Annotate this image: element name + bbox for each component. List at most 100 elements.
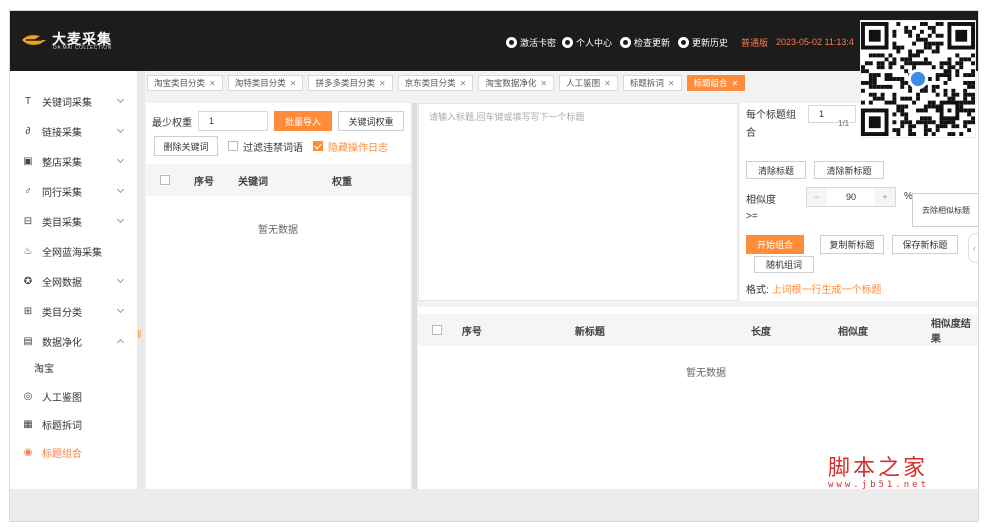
title-input-area[interactable]: 请输入标题,回车键或填写写下一个标题 (418, 103, 738, 301)
tab-label: 京东类目分类 (404, 78, 456, 88)
dedupe-similar-button[interactable]: 去除相似标题 (912, 193, 978, 227)
plus-icon[interactable]: + (875, 188, 895, 206)
col-length: 长度 (750, 326, 771, 338)
keyword-empty-text: 暂无数据 (258, 225, 298, 236)
brand-subtitle: DA MAI COLLECTION (53, 45, 112, 51)
menu-update-history[interactable]: 更新历史 (678, 35, 728, 49)
tab-manual-image[interactable]: 人工鉴图 ✕ (559, 75, 618, 91)
menu-check-update-label: 检查更新 (634, 37, 671, 48)
sidebar-item-label: 同行采集 (42, 187, 82, 199)
menu-activate[interactable]: 激活卡密 (506, 35, 556, 49)
sidebar-item-manual-image[interactable]: ◎ 人工鉴图 (10, 381, 137, 411)
sidebar: T 关键词采集 ∂ 链接采集 ▣ 整店采集 ♂ 同行采集 ⊟ 类目采集 ♨ 全网… (10, 71, 137, 489)
chevron-down-icon (116, 155, 125, 164)
close-icon[interactable]: ✕ (460, 79, 467, 88)
sidebar-item-category-classify[interactable]: ⊞ 类目分类 (10, 296, 137, 326)
image-check-icon: ◎ (23, 390, 33, 402)
tab-title-combine[interactable]: 标题组合 ✕ (686, 75, 746, 91)
chevron-down-icon (116, 95, 125, 104)
sidebar-item-link-collect[interactable]: ∂ 链接采集 (10, 116, 137, 146)
similarity-stepper[interactable]: − 90 + (806, 187, 896, 207)
min-weight-label: 最少权重 (152, 117, 192, 129)
close-icon[interactable]: ✕ (209, 79, 216, 88)
hide-log-checkbox[interactable] (313, 141, 323, 151)
fire-icon: ♨ (23, 245, 33, 257)
sidebar-item-category-collect[interactable]: ⊟ 类目采集 (10, 206, 137, 236)
tab-jd-category[interactable]: 京东类目分类 ✕ (397, 75, 474, 91)
watermark-sub: www.jb51.net (828, 480, 930, 490)
tab-title-split[interactable]: 标题拆词 ✕ (622, 75, 682, 91)
sidebar-item-blue-ocean[interactable]: ♨ 全网蓝海采集 (10, 236, 137, 266)
minus-icon[interactable]: − (807, 188, 827, 206)
datetime-label: 2023-05-02 11:13:4 (776, 37, 854, 47)
min-weight-input[interactable]: 1 (198, 111, 268, 131)
sidebar-item-label: 链接采集 (42, 127, 82, 139)
sidebar-collapse-handle[interactable]: ‖ (137, 329, 145, 345)
watermark: 脚本之家 www.jb51.net (828, 450, 948, 490)
hide-log-label: 隐藏操作日志 (328, 142, 388, 154)
sidebar-item-data-clean[interactable]: ▤ 数据净化 (10, 326, 137, 356)
chevron-down-icon (116, 215, 125, 224)
start-combine-button[interactable]: 开始组合 (746, 235, 804, 254)
sidebar-sub-taobao[interactable]: 淘宝 (34, 360, 54, 375)
filter-banned-checkbox[interactable] (228, 141, 238, 151)
col-index: 序号 (461, 326, 482, 338)
top-header: 大麦采集 DA MAI COLLECTION 激活卡密 个人中心 检查更新 更新… (10, 11, 978, 71)
page-indicator: 1/1 (838, 119, 850, 128)
sidebar-item-label: 类目分类 (42, 307, 82, 319)
menu-profile[interactable]: 个人中心 (562, 35, 612, 49)
close-icon[interactable]: ✕ (290, 79, 297, 88)
menu-check-update[interactable]: 检查更新 (620, 35, 670, 49)
select-all-checkbox[interactable] (160, 175, 170, 185)
sidebar-item-label: 数据净化 (42, 337, 82, 349)
user-icon (562, 36, 573, 48)
similarity-value[interactable]: 90 (827, 192, 875, 202)
tab-label: 拼多多类目分类 (315, 78, 375, 88)
users-icon: ♂ (24, 185, 32, 197)
sidebar-item-label: 类目采集 (42, 217, 82, 229)
chevron-down-icon (116, 185, 125, 194)
close-icon[interactable]: ✕ (732, 79, 739, 88)
edition-label: 普通版 (741, 37, 769, 48)
sidebar-item-keyword-collect[interactable]: T 关键词采集 (10, 86, 137, 116)
expand-arrow-icon[interactable]: ‹ (968, 233, 978, 263)
menu-profile-label: 个人中心 (576, 37, 613, 48)
result-select-all-checkbox[interactable] (432, 325, 442, 335)
category-icon: ⊟ (23, 215, 33, 227)
tab-taobao-clean[interactable]: 淘宝数据净化 ✕ (478, 75, 555, 91)
keyword-table-header: 序号 关键词 权重 (146, 164, 410, 196)
tab-taobao-category[interactable]: 淘宝类目分类 ✕ (147, 75, 223, 91)
keyword-weight-button[interactable]: 关键词权重 (338, 111, 404, 131)
close-icon[interactable]: ✕ (604, 79, 611, 88)
menu-activate-label: 激活卡密 (520, 37, 557, 48)
watermark-main: 脚本之家 (828, 456, 929, 481)
history-icon (678, 36, 689, 48)
clear-titles-button[interactable]: 清除标题 (746, 161, 806, 179)
close-icon[interactable]: ✕ (668, 79, 675, 88)
batch-import-button[interactable]: 批量导入 (274, 111, 332, 131)
clear-new-titles-button[interactable]: 清除新标题 (814, 161, 884, 179)
col-weight: 权重 (332, 176, 352, 188)
sidebar-item-title-combine[interactable]: ◉ 标题组合 (10, 437, 137, 467)
store-icon: ▣ (23, 155, 33, 167)
random-words-button[interactable]: 随机组词 (754, 256, 814, 273)
result-empty-text: 暂无数据 (686, 368, 726, 379)
tab-pdd-category[interactable]: 拼多多类目分类 ✕ (308, 75, 393, 91)
tab-label: 淘特类目分类 (234, 78, 286, 88)
sidebar-item-peer-collect[interactable]: ♂ 同行采集 (10, 176, 137, 206)
delete-keyword-button[interactable]: 删除关键词 (154, 136, 218, 156)
close-icon[interactable]: ✕ (540, 79, 547, 88)
col-similarity-result: 相似度结果 (930, 319, 971, 345)
sidebar-item-store-collect[interactable]: ▣ 整店采集 (10, 146, 137, 176)
tab-label: 标题拆词 (629, 78, 664, 88)
sidebar-item-all-data[interactable]: ✪ 全网数据 (10, 266, 137, 296)
copy-new-titles-button[interactable]: 复制新标题 (820, 235, 884, 254)
col-keyword: 关键词 (238, 176, 268, 188)
sidebar-item-label: 全网蓝海采集 (42, 247, 102, 259)
close-icon[interactable]: ✕ (379, 79, 386, 88)
panel-divider[interactable] (412, 103, 417, 498)
similarity-ge-label: >= (746, 211, 758, 222)
save-new-titles-button[interactable]: 保存新标题 (892, 235, 958, 254)
sidebar-item-title-split[interactable]: ▦ 标题拆词 (10, 409, 137, 439)
tab-taote-category[interactable]: 淘特类目分类 ✕ (227, 75, 304, 91)
